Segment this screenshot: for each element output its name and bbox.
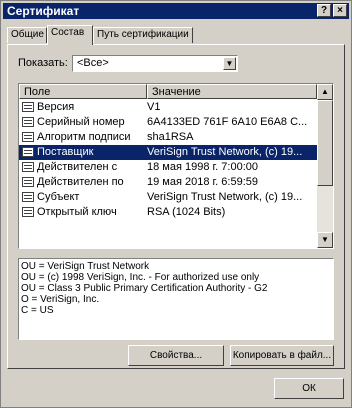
- tab-details[interactable]: Состав: [47, 25, 93, 45]
- field-icon: [22, 192, 34, 202]
- vertical-scrollbar[interactable]: ▲ ▼: [317, 84, 333, 248]
- chevron-down-icon[interactable]: ▼: [223, 57, 236, 70]
- list-row[interactable]: Алгоритм подписи sha1RSA: [19, 130, 317, 145]
- list-row[interactable]: Действителен по 19 мая 2018 г. 6:59:59: [19, 175, 317, 190]
- row-value: sha1RSA: [147, 131, 194, 143]
- list-row[interactable]: Серийный номер 6A4133ED 761F 6A10 E6A8 C…: [19, 115, 317, 130]
- detail-line: C = US: [21, 305, 54, 316]
- ok-button[interactable]: ОК: [274, 378, 344, 399]
- list-row[interactable]: Субъект VeriSign Trust Network, (c) 19..…: [19, 190, 317, 205]
- help-button[interactable]: ?: [317, 4, 331, 17]
- show-select-value: <Все>: [77, 57, 109, 69]
- list-header: Поле Значение: [19, 84, 317, 99]
- field-detail-box[interactable]: OU = VeriSign Trust Network OU = (c) 199…: [18, 258, 334, 340]
- row-field: Версия: [37, 101, 75, 113]
- show-label: Показать:: [18, 57, 68, 69]
- field-icon: [22, 102, 34, 112]
- row-field: Открытый ключ: [37, 206, 117, 218]
- field-icon: [22, 117, 34, 127]
- detail-line: OU = Class 3 Public Primary Certificatio…: [21, 283, 268, 294]
- window-title: Сертификат: [7, 4, 80, 18]
- row-field: Субъект: [37, 191, 80, 203]
- row-field: Поставщик: [37, 146, 94, 158]
- properties-button[interactable]: Свойства...: [128, 345, 224, 366]
- tab-general[interactable]: Общие: [7, 27, 47, 43]
- copy-to-file-button[interactable]: Копировать в файл...: [230, 345, 334, 366]
- close-button[interactable]: ×: [333, 4, 347, 17]
- tab-certification-path[interactable]: Путь сертификации: [93, 27, 193, 43]
- field-icon: [22, 132, 34, 142]
- field-icon: [22, 162, 34, 172]
- list-row[interactable]: Открытый ключ RSA (1024 Bits): [19, 205, 317, 220]
- row-field: Серийный номер: [37, 116, 125, 128]
- row-value: 6A4133ED 761F 6A10 E6A8 C...: [147, 116, 308, 128]
- row-value: V1: [147, 101, 161, 113]
- column-header-value[interactable]: Значение: [147, 84, 317, 99]
- row-value: 19 мая 2018 г. 6:59:59: [147, 176, 258, 188]
- row-value: 18 мая 1998 г. 7:00:00: [147, 161, 258, 173]
- scroll-thumb[interactable]: [317, 100, 333, 186]
- column-header-field[interactable]: Поле: [19, 84, 147, 99]
- row-field: Действителен по: [37, 176, 124, 188]
- row-value: VeriSign Trust Network, (c) 19...: [147, 191, 303, 203]
- row-value: RSA (1024 Bits): [147, 206, 226, 218]
- fields-list[interactable]: Поле Значение Версия V1 Серийный номер 6…: [18, 83, 334, 249]
- scroll-down-icon[interactable]: ▼: [317, 232, 333, 248]
- row-field: Действителен с: [37, 161, 118, 173]
- list-row[interactable]: Действителен с 18 мая 1998 г. 7:00:00: [19, 160, 317, 175]
- detail-line: OU = (c) 1998 VeriSign, Inc. - For autho…: [21, 272, 260, 283]
- detail-line: OU = VeriSign Trust Network: [21, 261, 150, 272]
- field-icon: [22, 147, 34, 157]
- show-select[interactable]: <Все> ▼: [72, 55, 238, 72]
- row-value: VeriSign Trust Network, (c) 19...: [147, 146, 303, 158]
- list-row-selected[interactable]: Поставщик VeriSign Trust Network, (c) 19…: [19, 145, 317, 160]
- row-field: Алгоритм подписи: [37, 131, 131, 143]
- title-bar: Сертификат ? ×: [3, 3, 349, 19]
- list-row[interactable]: Версия V1: [19, 100, 317, 115]
- field-icon: [22, 177, 34, 187]
- scroll-up-icon[interactable]: ▲: [317, 84, 333, 100]
- detail-line: O = VeriSign, Inc.: [21, 294, 100, 305]
- tab-strip: Общие Состав Путь сертификации: [7, 25, 347, 45]
- field-icon: [22, 207, 34, 217]
